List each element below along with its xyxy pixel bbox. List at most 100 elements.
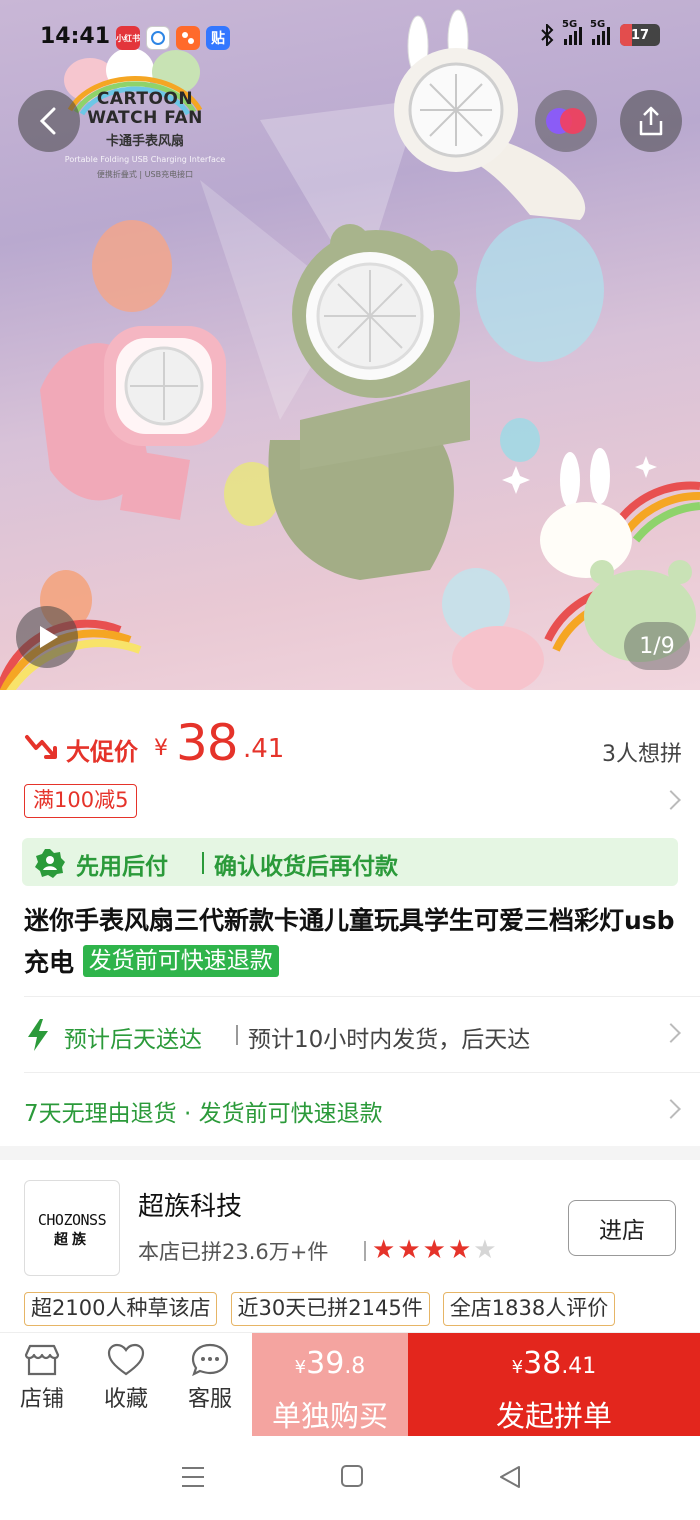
store-tag: 近30天已拼2145件 [230,1292,430,1326]
network-type-1: 5G [562,19,578,30]
store-logo-cn: 超族 [54,1232,90,1248]
chat-bubble-icon [191,1343,229,1377]
pay-later-badge-icon [35,849,65,878]
bluetooth-icon [541,24,554,46]
status-bar: 14:41 小红书 贴 5G 5G 17 [0,18,700,58]
shipping-eta-label: 预计后天送达 [64,1027,202,1053]
status-indicators: 5G 5G 17 [540,19,660,46]
price-integer: 38 [176,714,239,772]
return-policy-row[interactable]: 7天无理由退货 · 发货前可快速退款 [0,1074,700,1144]
customer-service-button[interactable]: 客服 [170,1337,250,1413]
share-icon [639,106,663,136]
buy-alone-currency: ¥ [294,1357,307,1378]
price-currency-symbol: ¥ [154,736,168,761]
brand-logo: CARTOON WATCH FAN 卡通手表风扇 Portable Foldin… [60,90,230,180]
price-row: 大促价 ¥ 38 .41 3人想拼 [0,712,700,782]
price-decimal: .41 [243,734,285,764]
ai-assistant-app-icon [146,26,170,50]
multi-window-icon [546,108,586,134]
chevron-left-icon [39,107,56,135]
group-buy-price-decimal: .41 [561,1354,597,1379]
status-time: 14:41 [40,24,111,49]
brand-name-cn: 卡通手表风扇 [105,134,184,149]
coupon-tag: 满100减5 [24,784,138,818]
star-icon: ★ [397,1235,421,1265]
price-down-arrow-icon [25,735,57,759]
store-logo[interactable]: CHOZONSS 超族 [24,1180,120,1276]
bottom-action-bar: 店铺 收藏 客服 ¥39.8 单独购买 ¥38.41 发起拼单 [0,1332,700,1437]
group-buy-label: 发起拼单 [495,1399,612,1433]
store-logo-en: CHOZONSS [37,1211,107,1229]
home-icon[interactable] [340,1464,364,1488]
brand-name-line1: CARTOON [96,89,194,109]
xiaohongshu-app-icon: 小红书 [116,26,140,50]
store-rating-stars: ★ ★ ★ ★ ★ [372,1236,497,1264]
pay-later-banner[interactable]: 先用后付 确认收货后再付款 [22,838,678,886]
recent-apps-menu-icon[interactable] [180,1464,206,1490]
store-nav-label: 店铺 [19,1387,64,1412]
store-name[interactable]: 超族科技 [138,1186,242,1223]
network-type-2: 5G [590,19,606,30]
enter-store-button[interactable]: 进店 [568,1200,676,1256]
shopping-app-icon [176,26,200,50]
shipping-row[interactable]: 预计后天送达 预计10小时内发货，后天达 [0,1000,700,1068]
store-tag: 全店1838人评价 [442,1292,616,1326]
group-buy-price: ¥38.41 [408,1347,700,1385]
coupon-row[interactable]: 满100减5 [0,780,700,826]
chevron-right-icon [661,1023,681,1043]
pay-later-desc: 确认收货后再付款 [214,854,398,880]
group-buy-price-integer: 38 [523,1346,562,1381]
favorite-button[interactable]: 收藏 [86,1337,166,1413]
group-wish-count: 3人想拼 [602,742,682,767]
brand-name-line2: WATCH FAN [87,108,203,128]
chevron-right-icon [661,1099,681,1119]
heart-icon [107,1343,145,1376]
system-back-icon[interactable] [498,1464,522,1490]
image-pager-indicator: 1/9 [624,622,690,670]
star-icon: ★ [372,1235,396,1265]
buy-alone-button[interactable]: ¥39.8 单独购买 [252,1333,408,1437]
fast-refund-tag: 发货前可快速退款 [82,945,279,977]
store-nav-button[interactable]: 店铺 [2,1337,82,1413]
buy-alone-label: 单独购买 [271,1399,388,1433]
product-title: 迷你手表风扇三代新款卡通儿童玩具学生可爱三档彩灯usb充电 发货前可快速退款 [24,900,678,984]
store-icon [24,1344,60,1376]
notification-app-badges: 小红书 贴 [116,26,230,50]
shipping-desc: 预计10小时内发货，后天达 [248,1027,531,1053]
cellular-signal-2-icon: 5G [590,19,610,45]
product-image-carousel[interactable]: CARTOON WATCH FAN 卡通手表风扇 Portable Foldin… [0,0,700,690]
return-policy-text: 7天无理由退货 · 发货前可快速退款 [24,1101,383,1127]
store-sales-count: 本店已拼23.6万+件 [138,1240,329,1264]
buy-alone-price-integer: 39 [306,1346,345,1381]
cellular-signal-1-icon: 5G [562,19,582,45]
section-gap [0,1146,700,1160]
store-info-divider [364,1241,366,1261]
system-navigation-bar [0,1436,700,1520]
customer-service-label: 客服 [187,1387,232,1412]
battery-icon: 17 [620,24,660,46]
promo-price-label: 大促价 [66,738,138,766]
star-icon: ★ [422,1235,446,1265]
divider [24,996,700,997]
start-group-buy-button[interactable]: ¥38.41 发起拼单 [408,1333,700,1437]
brand-subtitle-en: Portable Folding USB Charging Interface [64,155,226,164]
store-tag: 超2100人种草该店 [24,1292,218,1326]
favorite-label: 收藏 [103,1387,148,1412]
buy-alone-price-decimal: .8 [344,1354,366,1379]
lightning-icon [28,1019,48,1051]
brand-feature-tags: 便携折叠式 | USB充电接口 [96,170,194,179]
back-button[interactable] [18,90,80,152]
star-icon: ★ [473,1235,497,1265]
store-tags: 超2100人种草该店 近30天已拼2145件 全店1838人评价 [24,1292,700,1328]
battery-level: 17 [630,27,650,43]
play-icon [40,626,58,648]
chevron-right-icon [661,790,681,810]
play-video-button[interactable] [16,606,78,668]
divider [24,1072,700,1073]
group-buy-currency: ¥ [511,1357,524,1378]
share-button[interactable] [620,90,682,152]
buy-alone-price: ¥39.8 [252,1347,408,1385]
pay-later-label: 先用后付 [76,854,168,880]
multi-window-button[interactable] [535,90,597,152]
tieba-app-icon: 贴 [206,26,230,50]
